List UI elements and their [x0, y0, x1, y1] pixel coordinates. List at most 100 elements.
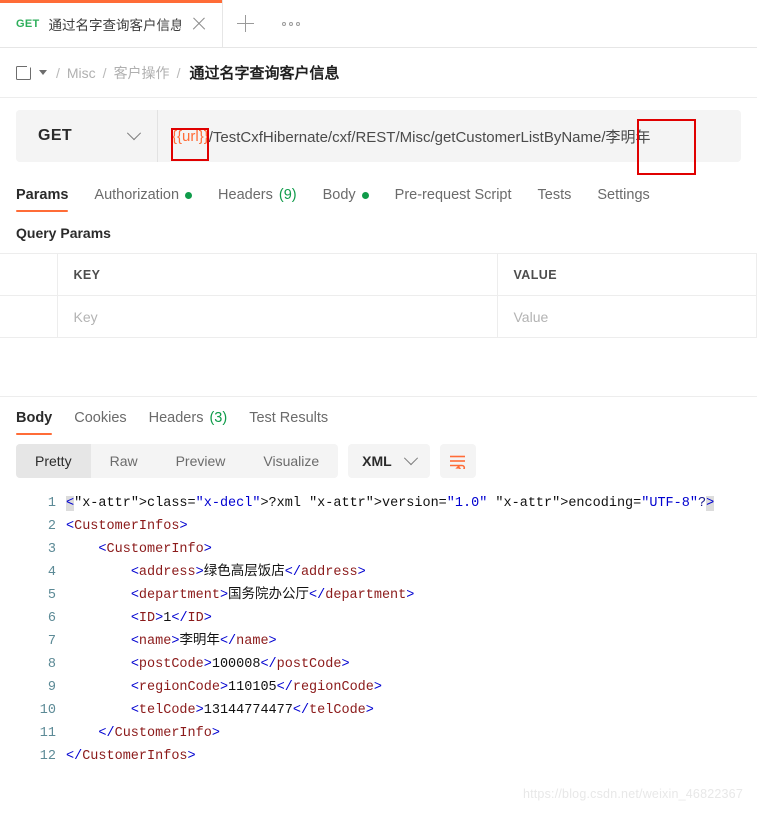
url-bar-container: GET {{url}}/TestCxfHibernate/cxf/REST/Mi…: [0, 98, 757, 176]
code-line: 12 </CustomerInfos>: [0, 745, 757, 768]
breadcrumb-item-misc[interactable]: Misc: [67, 65, 96, 81]
response-tab-test-results[interactable]: Test Results: [249, 410, 328, 435]
url-variable-token: {{url}}: [172, 127, 209, 145]
view-mode-pretty[interactable]: Pretty: [16, 444, 91, 478]
line-number: 9: [47, 680, 56, 695]
line-number: 6: [47, 611, 56, 626]
tab-label: Authorization: [94, 187, 180, 203]
tab-params[interactable]: Params: [16, 187, 69, 212]
line-number: 5: [47, 588, 56, 603]
tab-label: Settings: [597, 187, 650, 203]
breadcrumb-separator: /: [176, 64, 181, 81]
tab-options-button[interactable]: [268, 0, 313, 47]
key-input[interactable]: Key: [57, 295, 498, 338]
tab-label: Cookies: [74, 410, 127, 426]
tab-label: Headers: [148, 410, 204, 426]
response-tab-body[interactable]: Body: [16, 410, 53, 435]
wrap-lines-button[interactable]: [439, 444, 476, 478]
response-tab-cookies[interactable]: Cookies: [74, 410, 126, 435]
watermark: https://blog.csdn.net/weixin_46822367: [522, 787, 743, 801]
code-line-text: <"x-attr">class="x-decl">?xml "x-attr">v…: [66, 496, 715, 511]
code-line: 5 <department>国务院办公厅</department>: [0, 584, 757, 607]
status-dot-icon: [185, 191, 193, 199]
line-number: 4: [47, 565, 56, 580]
code-line: 6 <ID>1</ID>: [0, 607, 757, 630]
breadcrumb-item-folder[interactable]: 客户操作: [114, 63, 170, 83]
code-line-text: <ID>1</ID>: [130, 611, 212, 626]
request-tab-strip: GET 通过名字查询客户信息: [0, 0, 757, 48]
table-header-row: KEY VALUE: [0, 253, 757, 296]
line-number: 3: [47, 542, 56, 557]
tab-strip-filler: [312, 0, 757, 47]
code-line-text: <CustomerInfo>: [98, 542, 212, 557]
tab-settings[interactable]: Settings: [597, 187, 649, 212]
view-mode-raw[interactable]: Raw: [91, 444, 157, 478]
table-header-checkbox-cell: [0, 253, 58, 296]
view-mode-visualize[interactable]: Visualize: [244, 444, 338, 478]
tab-headers[interactable]: Headers (9): [218, 187, 297, 212]
code-line-text: </CustomerInfo>: [98, 726, 220, 741]
value-input[interactable]: Value: [497, 295, 757, 338]
tab-label: Body: [16, 410, 53, 426]
code-line: 7 <name>李明年</name>: [0, 630, 757, 653]
close-icon[interactable]: [190, 15, 208, 33]
response-format-label: XML: [362, 453, 392, 469]
response-section-tabs: Body Cookies Headers (3) Test Results: [0, 397, 757, 435]
ellipsis-icon-dot: [295, 21, 300, 26]
code-line: 8 <postCode>100008</postCode>: [0, 653, 757, 676]
request-tab-active[interactable]: GET 通过名字查询客户信息: [0, 0, 223, 47]
url-input[interactable]: {{url}}/TestCxfHibernate/cxf/REST/Misc/g…: [158, 110, 741, 162]
http-method-select[interactable]: GET: [16, 110, 158, 162]
code-line: 3 <CustomerInfo>: [0, 538, 757, 561]
response-body-code[interactable]: 1 <"x-attr">class="x-decl">?xml "x-attr">…: [0, 488, 757, 768]
chevron-down-icon: [126, 126, 142, 141]
code-line-text: <CustomerInfos>: [66, 519, 188, 534]
code-line: 2 <CustomerInfos>: [0, 515, 757, 538]
tab-pre-request-script[interactable]: Pre-request Script: [395, 187, 512, 212]
code-line: 11 </CustomerInfo>: [0, 722, 757, 745]
url-path-text: /TestCxfHibernate/cxf/REST/Misc/getCusto…: [208, 128, 651, 146]
tab-label: Params: [16, 187, 69, 203]
folder-icon[interactable]: [16, 65, 32, 80]
tab-tests[interactable]: Tests: [538, 187, 572, 212]
breadcrumb: / Misc / 客户操作 / 通过名字查询客户信息: [0, 48, 757, 98]
ellipsis-icon-dot: [288, 21, 293, 26]
params-table-spacer: [0, 338, 757, 396]
chevron-down-icon: [403, 451, 418, 466]
tab-label: Test Results: [249, 410, 329, 426]
tab-label: Headers: [218, 187, 273, 203]
code-line-text: </CustomerInfos>: [66, 749, 196, 764]
request-section-tabs: Params Authorization Headers (9) Body Pr…: [0, 176, 757, 212]
tab-label: Tests: [537, 187, 572, 203]
plus-icon: [237, 15, 255, 32]
tab-label: Body: [322, 187, 356, 203]
view-mode-preview[interactable]: Preview: [157, 444, 245, 478]
code-line: 1 <"x-attr">class="x-decl">?xml "x-attr">…: [0, 492, 757, 515]
http-method-label: GET: [38, 127, 73, 144]
postman-request-window: GET 通过名字查询客户信息 / Misc / 客户操作 / 通过名字查询客户信…: [0, 0, 757, 813]
line-number: 12: [39, 749, 56, 764]
chevron-down-icon[interactable]: [39, 70, 47, 75]
status-dot-icon: [361, 191, 369, 199]
line-number: 10: [39, 703, 56, 718]
line-number: 2: [47, 519, 56, 534]
table-row: Key Value: [0, 295, 757, 338]
response-format-select[interactable]: XML: [348, 444, 430, 478]
new-tab-button[interactable]: [222, 0, 269, 47]
code-line-text: <address>绿色高层饭店</address>: [130, 565, 366, 580]
table-header-key: KEY: [57, 253, 498, 296]
line-number: 1: [47, 496, 56, 511]
response-view-mode-group: Pretty Raw Preview Visualize: [16, 444, 339, 478]
tab-authorization[interactable]: Authorization: [94, 187, 193, 212]
table-header-value: VALUE: [497, 253, 757, 296]
tab-method-label: GET: [16, 17, 40, 30]
page-title: 通过名字查询客户信息: [189, 65, 340, 82]
tab-title-label: 通过名字查询客户信息: [48, 17, 181, 33]
response-view-toolbar: Pretty Raw Preview Visualize XML: [0, 435, 757, 488]
response-tab-headers[interactable]: Headers (3): [149, 410, 228, 435]
url-bar: GET {{url}}/TestCxfHibernate/cxf/REST/Mi…: [16, 110, 741, 162]
code-line-text: <telCode>13144774477</telCode>: [130, 703, 374, 718]
tab-body[interactable]: Body: [323, 187, 369, 212]
row-checkbox-cell[interactable]: [0, 295, 58, 338]
query-params-heading: Query Params: [0, 212, 757, 253]
